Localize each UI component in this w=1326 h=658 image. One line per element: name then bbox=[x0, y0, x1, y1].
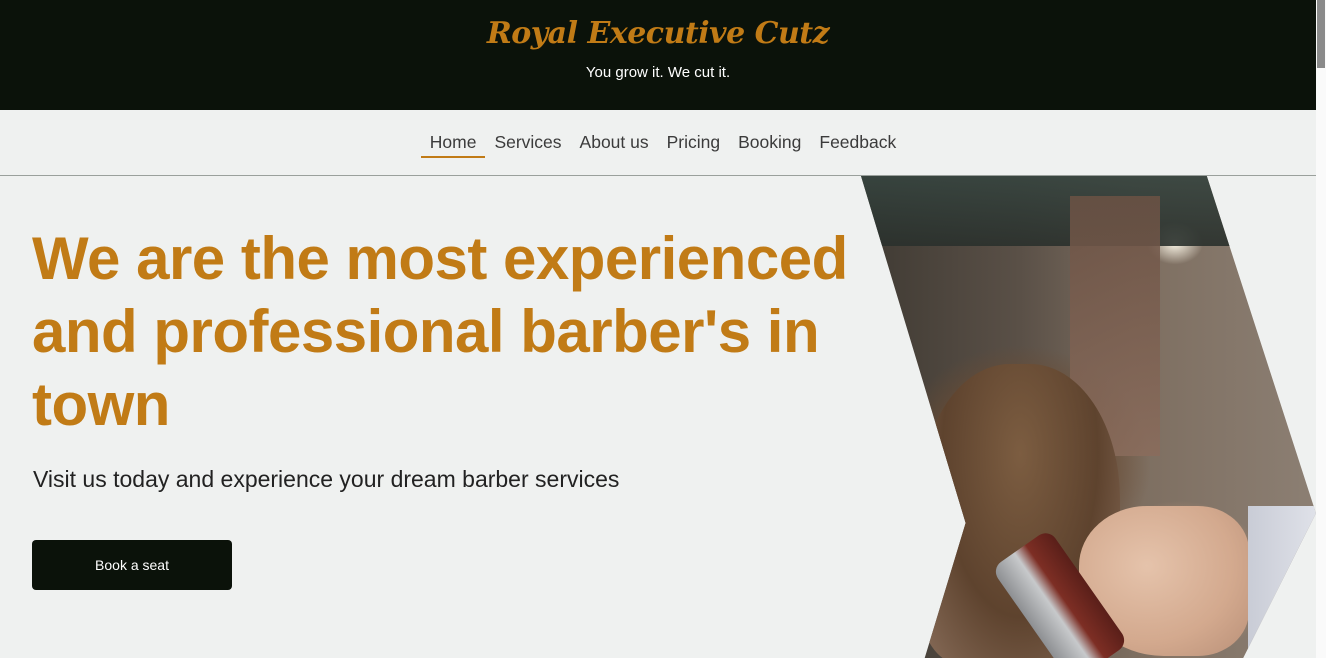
nav-item-pricing[interactable]: Pricing bbox=[658, 130, 730, 156]
hero-title: We are the most experienced and professi… bbox=[32, 225, 848, 438]
nav-item-about-us[interactable]: About us bbox=[571, 130, 658, 156]
scrollbar-thumb[interactable] bbox=[1317, 0, 1325, 68]
site-header: Royal Executive Cutz You grow it. We cut… bbox=[0, 0, 1316, 110]
nav-item-feedback[interactable]: Feedback bbox=[810, 130, 905, 156]
brand-tagline: You grow it. We cut it. bbox=[585, 64, 731, 81]
page-scrollbar[interactable] bbox=[1316, 0, 1326, 658]
book-a-seat-button[interactable]: Book a seat bbox=[32, 540, 232, 590]
brand-logo[interactable]: Royal Executive Cutz bbox=[0, 16, 1316, 51]
nav-item-booking[interactable]: Booking bbox=[729, 130, 810, 156]
nav-item-services[interactable]: Services bbox=[485, 130, 570, 156]
barber-photo bbox=[861, 176, 1316, 658]
nav-item-home[interactable]: Home bbox=[420, 130, 486, 158]
main-nav: Home Services About us Pricing Booking F… bbox=[0, 110, 1316, 176]
hero-subtitle: Visit us today and experience your dream… bbox=[33, 466, 620, 492]
photo-sleeve bbox=[1247, 506, 1316, 658]
